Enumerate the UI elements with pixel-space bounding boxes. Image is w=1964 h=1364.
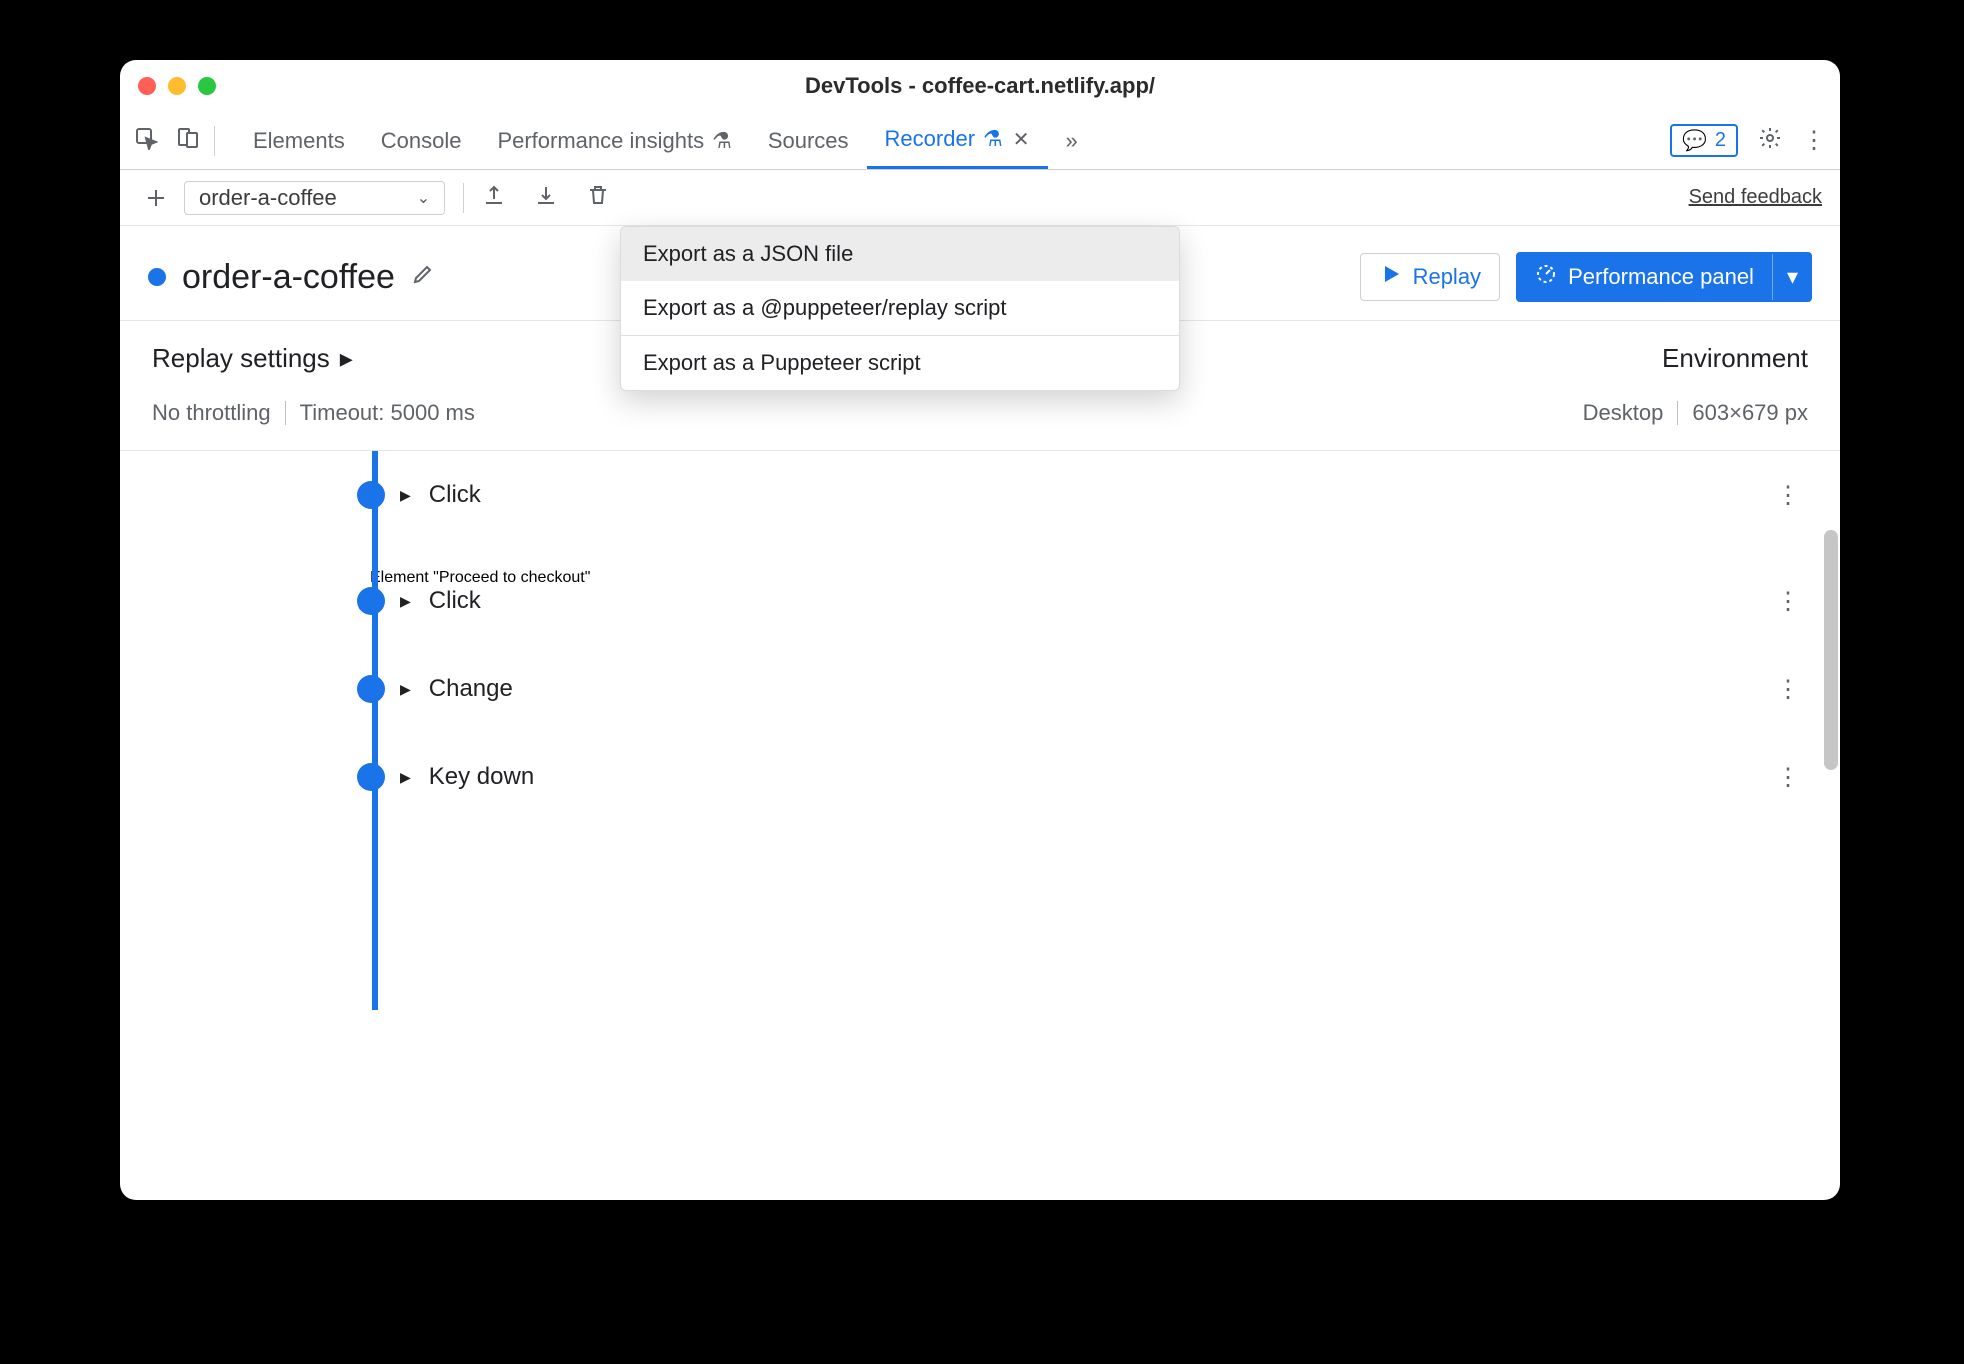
- window-title: DevTools - coffee-cart.netlify.app/: [805, 73, 1155, 99]
- traffic-lights: [138, 77, 216, 95]
- tabs-overflow-button[interactable]: »: [1048, 112, 1096, 169]
- flask-icon: ⚗: [983, 126, 1003, 152]
- recording-title: order-a-coffee: [182, 258, 395, 297]
- settings-gear-icon[interactable]: [1758, 126, 1782, 156]
- step-node-dot: [357, 675, 385, 703]
- recording-select[interactable]: order-a-coffee ⌄: [184, 181, 445, 215]
- inspect-icon[interactable]: [134, 126, 158, 156]
- replay-settings-toggle[interactable]: Replay settings▸: [152, 343, 353, 374]
- env-device-value: Desktop: [1583, 400, 1664, 426]
- replay-button[interactable]: Replay: [1360, 253, 1500, 301]
- throttling-value: No throttling: [152, 400, 271, 426]
- step-type-label: Change: [429, 675, 513, 703]
- step-more-icon[interactable]: ⋮: [1776, 675, 1800, 704]
- devtools-tabbar: Elements Console Performance insights ⚗ …: [120, 112, 1840, 170]
- caret-right-icon: ▶: [400, 769, 411, 786]
- flask-icon: ⚗: [712, 128, 732, 154]
- tab-performance-insights[interactable]: Performance insights ⚗: [479, 112, 749, 169]
- caret-right-icon: ▶: [400, 487, 411, 504]
- tab-sources[interactable]: Sources: [750, 112, 867, 169]
- step-node-dot: [357, 587, 385, 615]
- timeline-step[interactable]: ▶ Click ⋮: [370, 587, 1800, 615]
- tab-recorder[interactable]: Recorder ⚗✕: [867, 112, 1048, 169]
- issues-chip[interactable]: 💬2: [1670, 124, 1738, 157]
- titlebar: DevTools - coffee-cart.netlify.app/: [120, 60, 1840, 112]
- caret-right-icon: ▸: [340, 343, 353, 374]
- performance-panel-button[interactable]: Performance panel ▾: [1516, 252, 1812, 302]
- send-feedback-link[interactable]: Send feedback: [1689, 186, 1822, 209]
- edit-title-icon[interactable]: [411, 262, 435, 293]
- step-detail: Element "Proceed to checkout": [370, 569, 1800, 587]
- export-json-item[interactable]: Export as a JSON file: [621, 227, 1179, 281]
- timeline-step[interactable]: ▶ Click ⋮: [370, 481, 1800, 509]
- more-vert-icon[interactable]: ⋮: [1802, 126, 1826, 155]
- delete-icon[interactable]: [586, 183, 610, 213]
- recording-header: order-a-coffee Replay Performance panel …: [120, 226, 1840, 321]
- timeout-value: Timeout: 5000 ms: [300, 400, 475, 426]
- timeline-step[interactable]: ▶ Change ⋮: [370, 675, 1800, 703]
- devtools-window: DevTools - coffee-cart.netlify.app/ Elem…: [120, 60, 1840, 1200]
- export-menu: Export as a JSON file Export as a @puppe…: [620, 226, 1180, 391]
- recording-status-dot: [148, 268, 166, 286]
- export-puppeteer-item[interactable]: Export as a Puppeteer script: [621, 336, 1179, 390]
- recording-select-value: order-a-coffee: [199, 185, 337, 211]
- step-type-label: Click: [429, 481, 481, 509]
- step-node-dot: [357, 763, 385, 791]
- tab-console[interactable]: Console: [363, 112, 480, 169]
- step-type-label: Key down: [429, 763, 534, 791]
- environment-label: Environment: [1662, 343, 1808, 374]
- zoom-window-button[interactable]: [198, 77, 216, 95]
- step-more-icon[interactable]: ⋮: [1776, 763, 1800, 792]
- play-icon: [1379, 262, 1403, 292]
- perf-panel-dropdown[interactable]: ▾: [1772, 254, 1812, 300]
- minimize-window-button[interactable]: [168, 77, 186, 95]
- close-tab-icon[interactable]: ✕: [1013, 127, 1030, 152]
- step-more-icon[interactable]: ⋮: [1776, 481, 1800, 510]
- caret-right-icon: ▶: [400, 593, 411, 610]
- steps-timeline: ▶Click⋮Element "Proceed to checkout"▶Cli…: [120, 450, 1840, 1010]
- settings-subrow: No throttling Timeout: 5000 ms Desktop 6…: [120, 392, 1840, 450]
- caret-right-icon: ▶: [400, 681, 411, 698]
- device-toggle-icon[interactable]: [176, 126, 200, 156]
- scrollbar-thumb[interactable]: [1824, 530, 1838, 770]
- step-more-icon[interactable]: ⋮: [1776, 587, 1800, 616]
- export-icon[interactable]: [482, 183, 506, 213]
- gauge-icon: [1534, 262, 1558, 292]
- env-size-value: 603×679 px: [1692, 400, 1808, 426]
- chevron-down-icon: ⌄: [417, 188, 430, 208]
- timeline-step[interactable]: ▶ Key down ⋮: [370, 763, 1800, 791]
- tab-elements[interactable]: Elements: [235, 112, 363, 169]
- chat-icon: 💬: [1682, 128, 1707, 153]
- recorder-toolbar: order-a-coffee ⌄ Send feedback: [120, 170, 1840, 226]
- new-recording-button[interactable]: [138, 186, 174, 210]
- timeline-line: [372, 451, 378, 1010]
- import-icon[interactable]: [534, 183, 558, 213]
- step-type-label: Click: [429, 587, 481, 615]
- close-window-button[interactable]: [138, 77, 156, 95]
- step-node-dot: [357, 481, 385, 509]
- export-puppeteer-replay-item[interactable]: Export as a @puppeteer/replay script: [621, 281, 1179, 335]
